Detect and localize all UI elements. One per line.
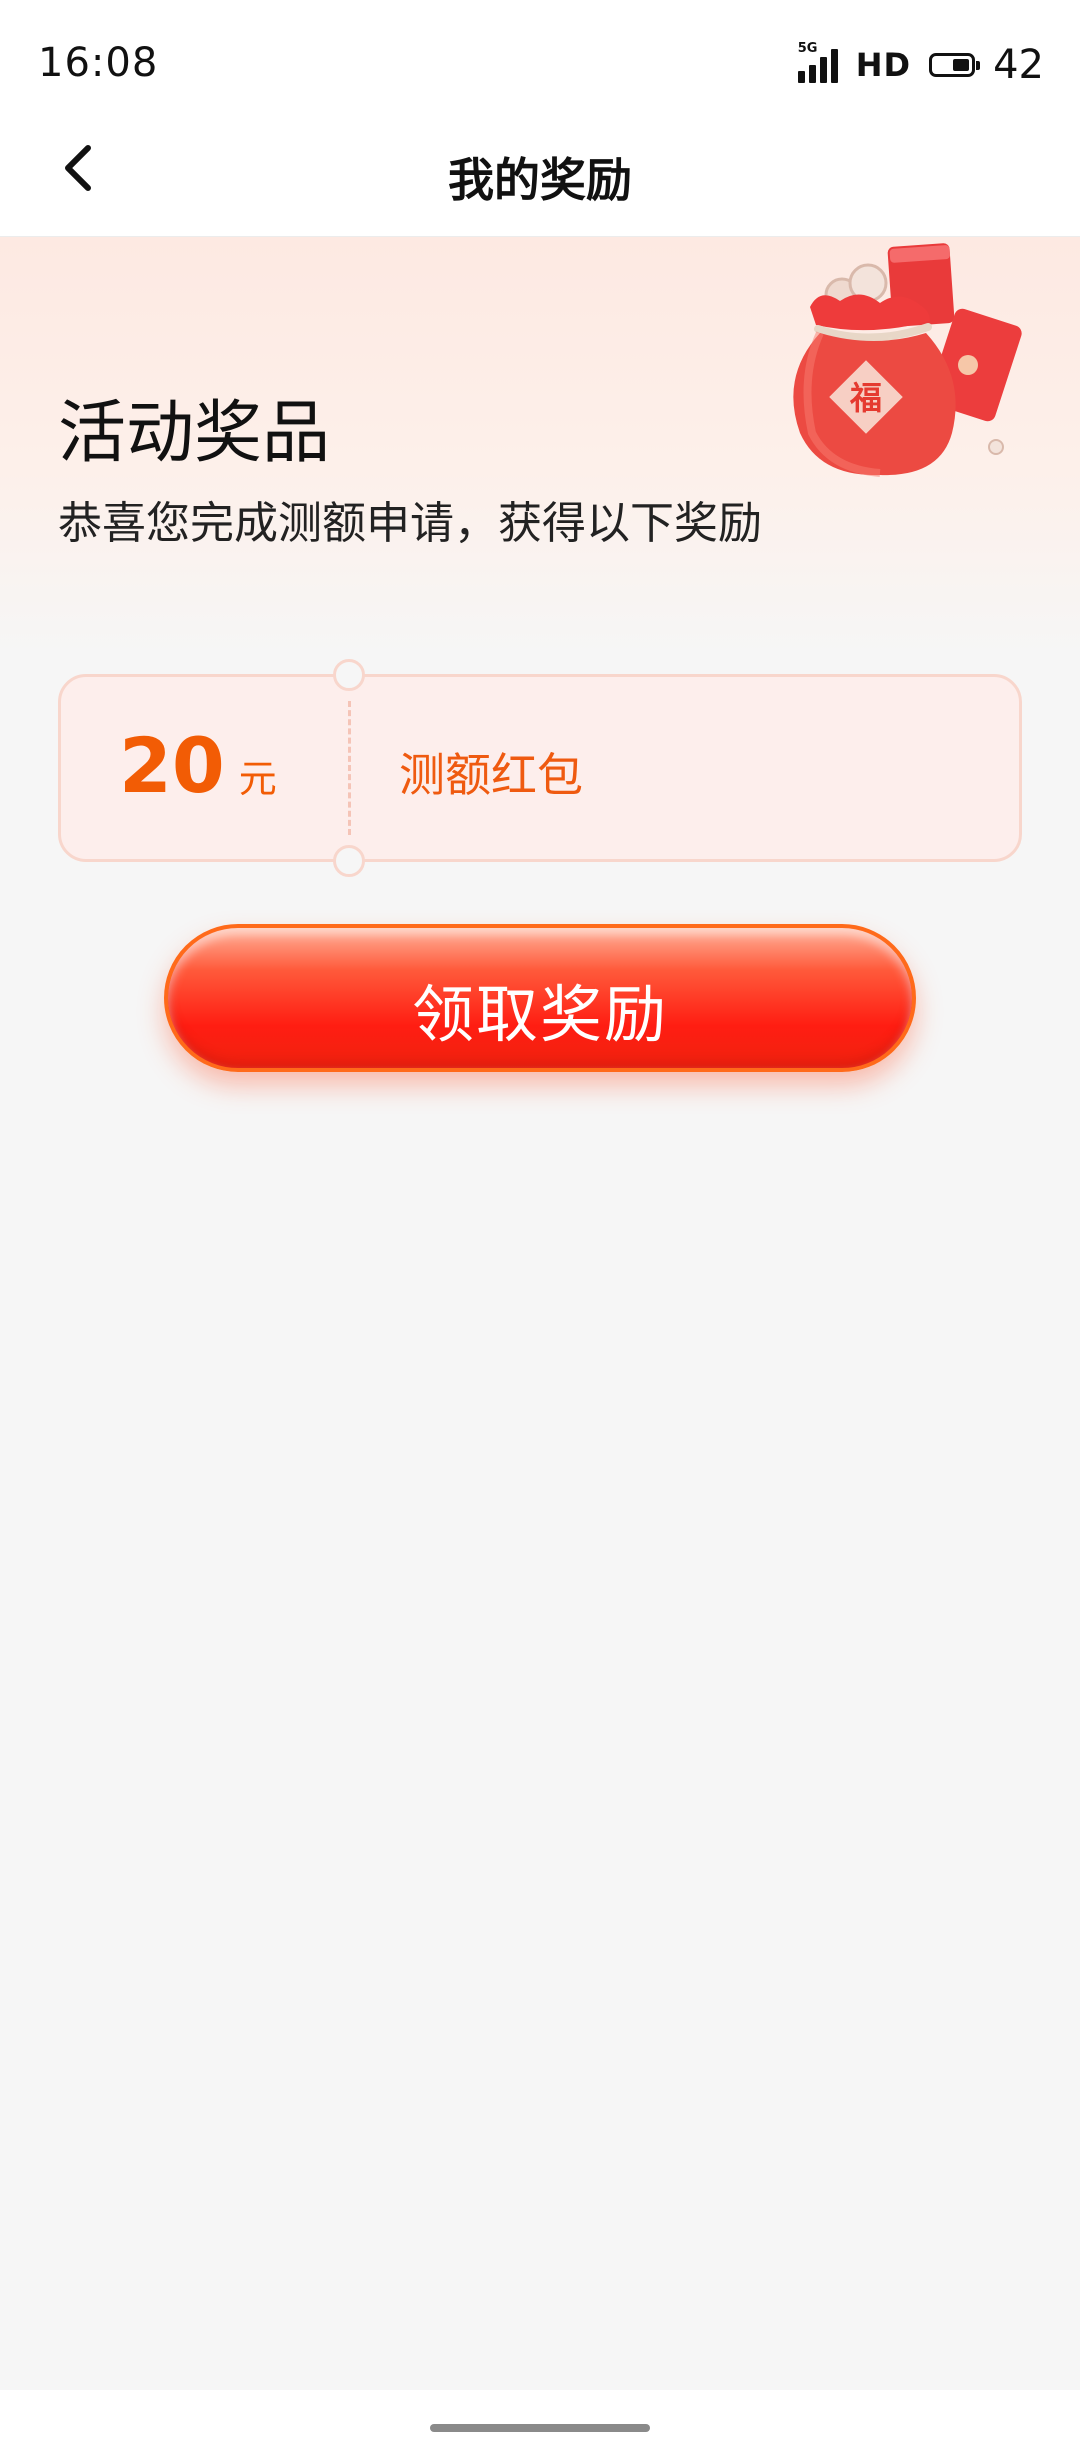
hero-subtitle: 恭喜您完成测额申请，获得以下奖励 [58,498,762,549]
claim-reward-button[interactable]: 领取奖励 [164,924,916,1072]
card-divider [348,701,351,835]
home-indicator[interactable] [430,2424,650,2432]
reward-amount-unit: 元 [238,757,277,801]
hd-indicator: HD [855,46,912,84]
reward-name: 测额红包 [399,748,583,802]
lucky-bag-illustration: 福 [793,243,1022,477]
battery-level: 42 [993,42,1044,88]
card-notch-top [333,659,365,691]
card-notch-bottom [333,845,365,877]
network-type: 5G [797,41,818,56]
nav-bar: 我的奖励 [0,100,1080,237]
status-time: 16:08 [38,40,159,86]
claim-reward-label: 领取奖励 [411,978,668,1051]
reward-amount: 20 元 [119,721,277,810]
battery-icon [929,53,981,77]
reward-card: 20 元 测额红包 [58,659,1022,877]
signal-icon: 5G [797,41,838,83]
status-icons: 5G HD 42 [797,41,1044,88]
hero-banner: 活动奖品 恭喜您完成测额申请，获得以下奖励 福 [0,237,1080,657]
page-title: 我的奖励 [448,153,632,207]
gesture-bar [0,2390,1080,2460]
fu-character: 福 [849,379,882,417]
reward-amount-value: 20 [119,721,225,810]
hero-title: 活动奖品 [58,394,331,473]
